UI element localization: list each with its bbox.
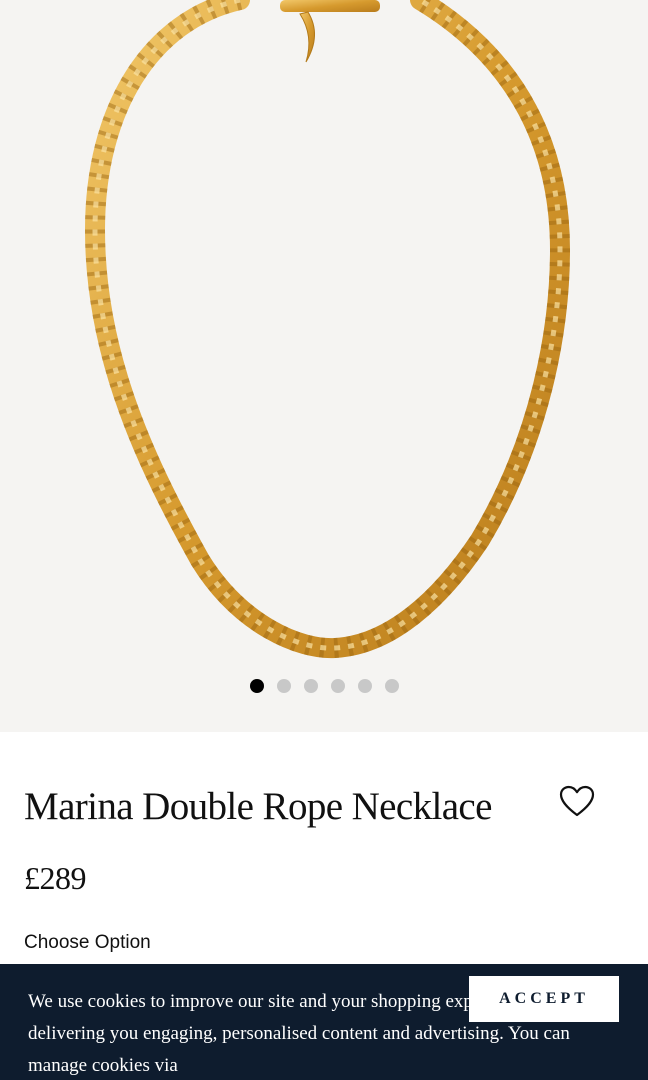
heart-icon <box>559 785 595 817</box>
accept-cookies-button[interactable]: ACCEPT <box>469 976 619 1022</box>
gallery-dot-6[interactable] <box>384 679 399 693</box>
product-title: Marina Double Rope Necklace <box>24 785 492 828</box>
gallery-dot-3[interactable] <box>303 679 318 693</box>
cookie-banner: We use cookies to improve our site and y… <box>0 964 648 1080</box>
gallery-dot-5[interactable] <box>357 679 372 693</box>
choose-option-label: Choose Option <box>24 932 151 953</box>
gallery-pagination <box>0 679 648 693</box>
gallery-dot-2[interactable] <box>276 679 291 693</box>
gallery-dot-1[interactable] <box>249 679 264 693</box>
product-price: £289 <box>24 860 87 896</box>
necklace-image <box>84 0 571 659</box>
product-image-gallery[interactable] <box>0 0 648 732</box>
gallery-dot-4[interactable] <box>330 679 345 693</box>
wishlist-button[interactable] <box>558 784 596 818</box>
